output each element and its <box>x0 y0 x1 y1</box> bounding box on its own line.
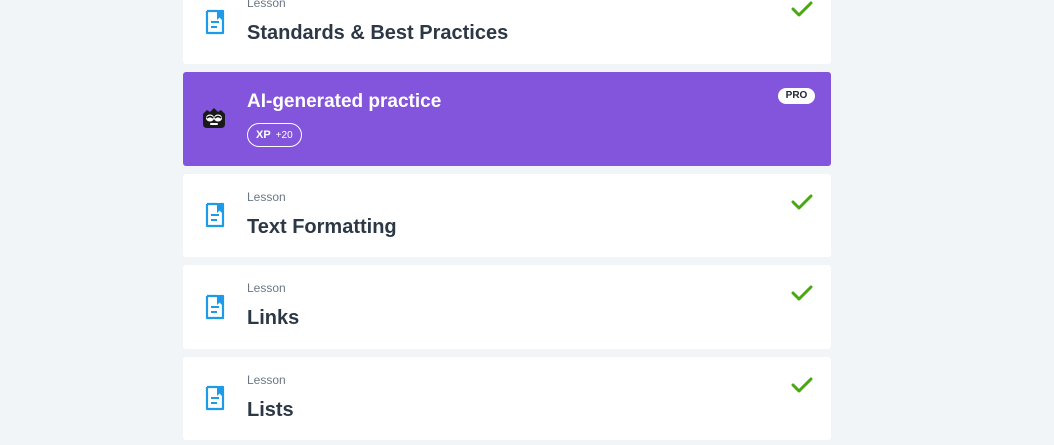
xp-badge: XP +20 <box>247 123 302 147</box>
checkmark-icon <box>791 377 813 393</box>
lesson-title: Text Formatting <box>247 216 397 238</box>
document-icon <box>205 385 225 411</box>
checkmark-icon <box>791 194 813 210</box>
lesson-type-label: Lesson <box>247 373 286 387</box>
lesson-title: Standards & Best Practices <box>247 22 509 44</box>
xp-value: +20 <box>275 129 293 141</box>
checkmark-icon <box>791 1 813 17</box>
xp-label: XP <box>256 129 271 141</box>
ai-practice-card[interactable]: AI-generated practice XP +20 PRO <box>183 72 831 166</box>
document-icon <box>205 9 225 35</box>
checkmark-icon <box>791 285 813 301</box>
ai-practice-title: AI-generated practice <box>247 91 442 112</box>
lesson-title: Links <box>247 307 300 329</box>
lesson-card-lists[interactable]: Lesson Lists <box>183 357 831 440</box>
lesson-title: Lists <box>247 399 294 421</box>
lesson-type-label: Lesson <box>247 190 286 204</box>
pro-badge: PRO <box>778 88 815 104</box>
lesson-card-standards[interactable]: Lesson Standards & Best Practices <box>183 0 831 64</box>
mascot-icon <box>203 108 225 128</box>
lesson-card-text-formatting[interactable]: Lesson Text Formatting <box>183 174 831 257</box>
document-icon <box>205 202 225 228</box>
lesson-type-label: Lesson <box>247 0 286 10</box>
lesson-card-links[interactable]: Lesson Links <box>183 265 831 349</box>
document-icon <box>205 294 225 320</box>
lesson-type-label: Lesson <box>247 281 286 295</box>
